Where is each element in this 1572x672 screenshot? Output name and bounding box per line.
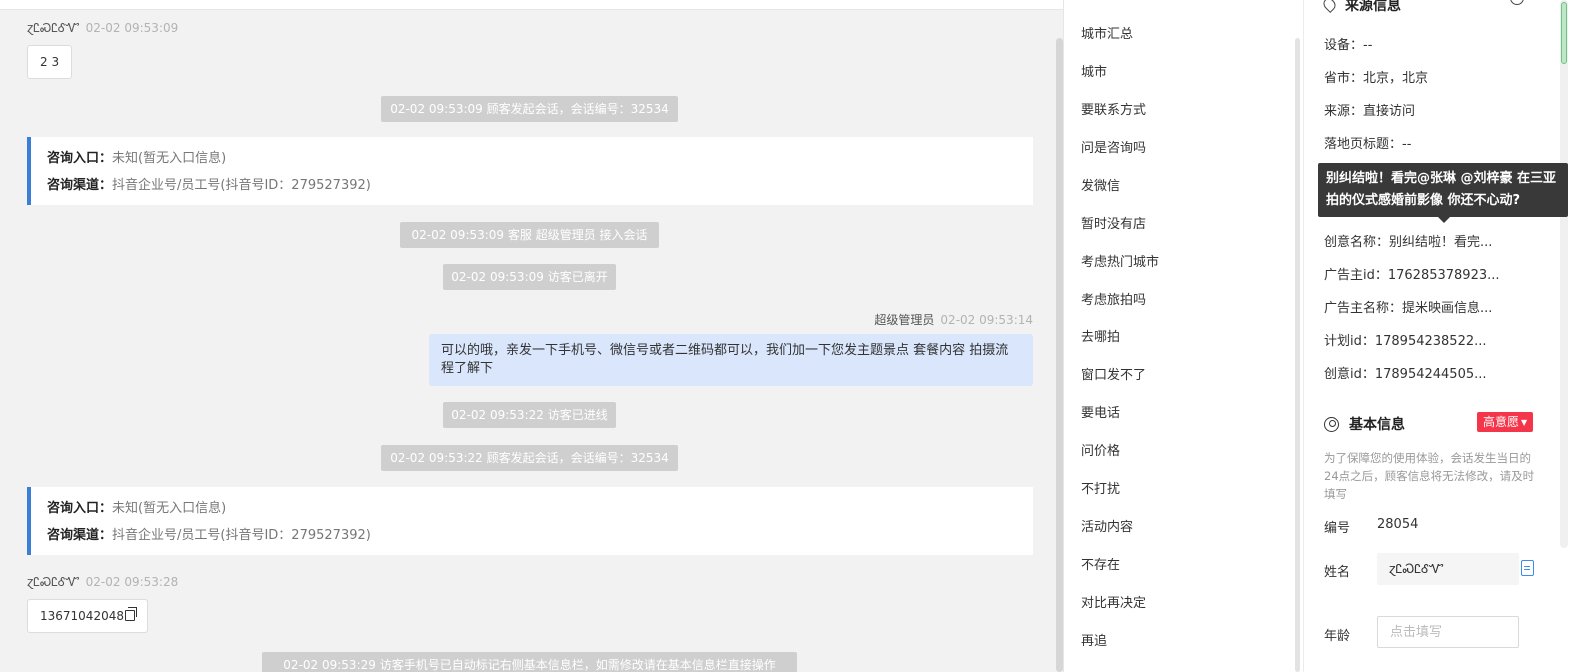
message-text: 13671042048: [40, 609, 124, 623]
quick-reply-item[interactable]: 城市汇总: [1081, 23, 1133, 42]
source-info-title: 来源信息: [1345, 0, 1401, 14]
user-icon: [1324, 416, 1339, 432]
agent-name: 超级管理员: [874, 313, 935, 327]
id-label: 编号: [1324, 521, 1351, 536]
age-input[interactable]: [1377, 616, 1519, 648]
creative-name-tooltip: 别纠结啦！看完@张琳 @刘梓豪 在三亚拍的仪式感婚前影像 你还不心动?: [1318, 163, 1568, 223]
age-label: 年龄: [1324, 629, 1351, 644]
quick-reply-item[interactable]: 活动内容: [1081, 516, 1133, 535]
agent-message-bubble: 可以的哦，亲发一下手机号、微信号或者二维码都可以，我们加一下您发主题景点 套餐内…: [429, 334, 1033, 386]
source-device: 设备：--: [1324, 38, 1373, 53]
visitor-message-header: ɀᏝᏍᏝᎴᏉ 02-02 09:53:09: [27, 21, 178, 36]
channel-value: 抖音企业号/员工号(抖音号ID：279527392): [112, 178, 371, 193]
message-text: 2 3: [40, 55, 60, 69]
document-icon[interactable]: [1521, 560, 1534, 576]
quick-reply-item[interactable]: 不存在: [1081, 554, 1120, 573]
agent-message-header: 超级管理员 02-02 09:53:14: [874, 311, 1033, 328]
basic-info-header: 基本信息: [1324, 414, 1405, 434]
quick-reply-item[interactable]: 对比再决定: [1081, 592, 1146, 611]
system-note: 02-02 09:53:09 访客已离开: [443, 264, 616, 290]
visitor-message-header: ɀᏝᏍᏝᎴᏉ 02-02 09:53:28: [27, 575, 178, 590]
message-time: 02-02 09:53:14: [940, 313, 1033, 327]
source-info-header: 来源信息: [1321, 0, 1554, 15]
quick-reply-item[interactable]: 去哪拍: [1081, 326, 1120, 345]
name-label: 姓名: [1324, 565, 1351, 580]
source-landing-title: 落地页标题：--: [1324, 137, 1412, 152]
message-time: 02-02 09:53:09: [85, 21, 179, 35]
quick-reply-panel: 城市汇总 城市 要联系方式 问是咨询吗 发微信 暂时没有店 考虑热门城市 考虑旅…: [1063, 0, 1303, 672]
intent-badge-label: 高意愿: [1483, 415, 1520, 429]
source-advertiser-id: 广告主id：176285378923...: [1324, 268, 1500, 283]
channel-label: 咨询渠道：: [47, 528, 113, 543]
quick-reply-item[interactable]: 不打扰: [1081, 478, 1120, 497]
source-advertiser-name: 广告主名称：提米映画信息...: [1324, 301, 1493, 316]
quick-reply-item[interactable]: 窗口发不了: [1081, 364, 1146, 383]
message-text: 可以的哦，亲发一下手机号、微信号或者二维码都可以，我们加一下您发主题景点 套餐内…: [441, 343, 1009, 376]
quick-reply-item[interactable]: 考虑热门城市: [1081, 251, 1159, 270]
channel-row: 咨询渠道：抖音企业号/员工号(抖音号ID：279527392): [47, 522, 1017, 549]
edit-notice: 为了保障您的使用体验，会话发生当日的24点之后，顾客信息将无法修改，请及时填写: [1324, 451, 1535, 501]
location-pin-icon: [1321, 0, 1338, 13]
entry-label: 咨询入口：: [47, 151, 113, 166]
channel-value: 抖音企业号/员工号(抖音号ID：279527392): [112, 528, 371, 543]
settings-icon[interactable]: [1510, 0, 1524, 5]
entry-value: 未知(暂无入口信息): [112, 501, 227, 516]
visitor-message-bubble: 2 3: [27, 45, 73, 79]
system-note: 02-02 09:53:09 顾客发起会话，会话编号：32534: [381, 96, 678, 122]
quick-reply-item[interactable]: 再追: [1081, 630, 1107, 649]
channel-label: 咨询渠道：: [47, 178, 113, 193]
caret-down-icon: ▼: [1521, 418, 1528, 427]
system-note: 02-02 09:53:22 访客已进线: [443, 402, 616, 428]
message-time: 02-02 09:53:28: [85, 575, 179, 589]
chat-scrollbar[interactable]: [1056, 38, 1063, 672]
copy-icon[interactable]: [124, 607, 137, 621]
entry-info-card: 咨询入口：未知(暂无入口信息) 咨询渠道：抖音企业号/员工号(抖音号ID：279…: [27, 487, 1033, 555]
quick-reply-item[interactable]: 要电话: [1081, 402, 1120, 421]
id-value: 28054: [1377, 517, 1419, 532]
chat-panel: ɀᏝᏍᏝᎴᏉ 02-02 09:53:09 2 3 02-02 09:53:09 …: [0, 0, 1063, 672]
source-origin: 来源：直接访问: [1324, 104, 1416, 119]
name-field[interactable]: ɀᏝᏍᏝᎴᏉ: [1377, 553, 1519, 585]
quick-reply-scrollbar[interactable]: [1295, 38, 1300, 672]
system-note: 02-02 09:53:09 客服 超级管理员 接入会话: [400, 222, 659, 248]
source-plan-id: 计划id：178954238522...: [1324, 334, 1487, 349]
basic-info-title: 基本信息: [1349, 417, 1405, 433]
entry-row: 咨询入口：未知(暂无入口信息): [47, 495, 1017, 522]
quick-reply-item[interactable]: 要联系方式: [1081, 99, 1146, 118]
quick-reply-item[interactable]: 问价格: [1081, 440, 1120, 459]
channel-row: 咨询渠道：抖音企业号/员工号(抖音号ID：279527392): [47, 172, 1017, 199]
quick-reply-item[interactable]: 考虑旅拍吗: [1081, 289, 1146, 308]
system-note: 02-02 09:53:29 访客手机号已自动标记右侧基本信息栏，如需修改请在基…: [262, 652, 797, 672]
quick-reply-item[interactable]: 发微信: [1081, 175, 1120, 194]
entry-label: 咨询入口：: [47, 501, 113, 516]
info-scrollbar-thumb[interactable]: [1561, 2, 1567, 64]
customer-info-panel: 来源信息 设备：-- 省市：北京，北京 来源：直接访问 落地页标题：-- 创意名…: [1303, 0, 1572, 672]
info-scrollbar-track[interactable]: [1560, 0, 1568, 548]
quick-reply-item[interactable]: 问是咨询吗: [1081, 137, 1146, 156]
quick-reply-item[interactable]: 暂时没有店: [1081, 213, 1146, 232]
entry-info-card: 咨询入口：未知(暂无入口信息) 咨询渠道：抖音企业号/员工号(抖音号ID：279…: [27, 137, 1033, 205]
visitor-name: ɀᏝᏍᏝᎴᏉ: [27, 21, 80, 35]
intent-badge-dropdown[interactable]: 高意愿 ▼: [1477, 412, 1534, 432]
visitor-message-bubble: 13671042048: [27, 599, 148, 633]
source-province-city: 省市：北京，北京: [1324, 71, 1429, 86]
source-creative-name[interactable]: 创意名称：别纠结啦！看完...: [1324, 231, 1492, 250]
source-creative-id: 创意id：178954244505...: [1324, 367, 1487, 382]
system-note: 02-02 09:53:22 顾客发起会话，会话编号：32534: [381, 445, 678, 471]
entry-row: 咨询入口：未知(暂无入口信息): [47, 145, 1017, 172]
quick-reply-item[interactable]: 城市: [1081, 61, 1107, 80]
visitor-name: ɀᏝᏍᏝᎴᏉ: [27, 575, 80, 589]
entry-value: 未知(暂无入口信息): [112, 151, 227, 166]
chat-header-strip: [0, 0, 1063, 10]
